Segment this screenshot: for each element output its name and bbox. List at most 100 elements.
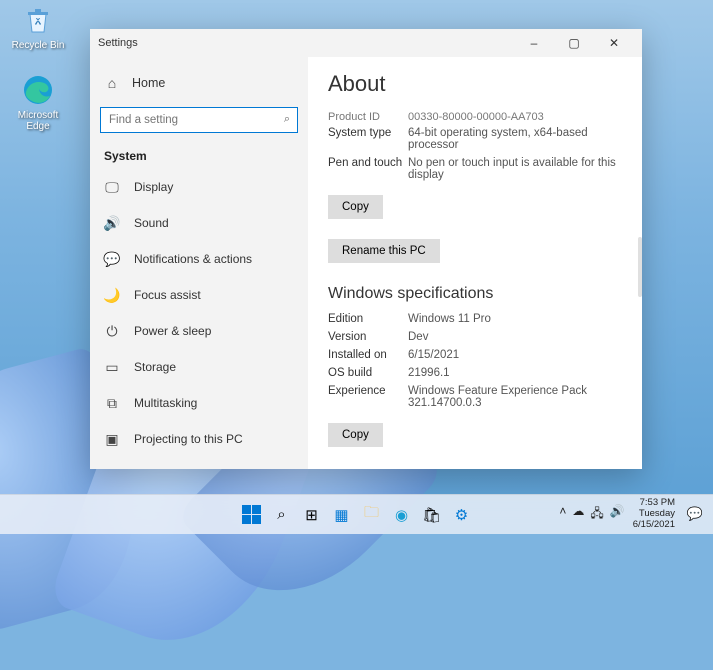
edge-icon: ◉ [395,506,408,524]
tray-volume-icon[interactable]: 🔊 [610,504,625,525]
windows-spec-row: Edition Windows 11 Pro [328,313,622,325]
taskbar-search-button[interactable]: ⌕ [270,503,294,527]
sidebar-home-label: Home [132,76,165,90]
spec-value: 21996.1 [408,367,622,379]
shared-icon: ⇄ [104,467,120,469]
search-icon: ⌕ [277,506,285,523]
close-icon: ✕ [609,36,619,50]
taskbar-clock[interactable]: 7:53 PM Tuesday 6/15/2021 [633,498,675,531]
sidebar-item-label: Multitasking [134,396,197,410]
spec-key: Edition [328,313,408,325]
search-input[interactable] [100,107,298,133]
spec-key: Version [328,331,408,343]
tray-chevron-up-icon[interactable]: ˄ [559,504,566,525]
copy-windows-specs-button[interactable]: Copy [328,423,383,447]
sound-icon: 🔊 [104,215,120,231]
clock-date: 6/15/2021 [633,520,675,531]
close-button[interactable]: ✕ [594,29,634,57]
scrollbar-thumb[interactable] [638,237,642,297]
windows-spec-row: OS build 21996.1 [328,367,622,379]
gear-icon: ⚙ [455,506,468,524]
taskbar-taskview-button[interactable]: ⊞ [300,503,324,527]
taskview-icon: ⊞ [305,506,318,524]
truncated-product-row: Product ID 00330-80000-00000-AA703 [328,111,622,123]
taskbar-edge-button[interactable]: ◉ [390,503,414,527]
taskbar: ⌕ ⊞ ▦ 🗀 ◉ 🛍 ⚙ ˄ ☁ 🖧 🔊 7:53 PM Tuesday 6/… [0,494,713,534]
settings-content: About Product ID 00330-80000-00000-AA703… [308,57,642,469]
tray-network-icon[interactable]: 🖧 [590,504,603,525]
multitasking-icon: ⧉ [104,395,120,411]
spec-value: 6/15/2021 [408,349,622,361]
sidebar-item-sound[interactable]: 🔊 Sound [90,205,308,241]
sidebar-item-notifications[interactable]: 💬 Notifications & actions [90,241,308,277]
desktop-icon-label: Recycle Bin [8,40,68,51]
store-icon: 🛍 [422,506,441,524]
minimize-button[interactable]: – [514,29,554,57]
sidebar-item-label: Focus assist [134,288,201,302]
spec-value: 64-bit operating system, x64-based proce… [408,127,622,151]
recycle-bin-icon [22,4,54,36]
sidebar-item-label: Power & sleep [134,324,211,338]
windows-specs-heading: Windows specifications [328,285,622,303]
sidebar-item-label: Notifications & actions [134,252,252,266]
desktop-icon-label: Microsoft Edge [8,110,68,132]
power-icon: ⏻ [104,323,120,339]
taskbar-explorer-button[interactable]: 🗀 [360,503,384,527]
taskbar-notifications-button[interactable]: 💬 [683,502,707,526]
sidebar-item-focus-assist[interactable]: 🌙 Focus assist [90,277,308,313]
storage-icon: ▭ [104,359,120,375]
device-spec-row: Pen and touch No pen or touch input is a… [328,157,622,181]
windows-spec-row: Experience Windows Feature Experience Pa… [328,385,622,409]
sidebar-section-system: System [90,139,308,169]
sidebar-home[interactable]: ⌂ Home [90,65,308,101]
titlebar[interactable]: Settings – ▢ ✕ [90,29,642,57]
desktop-icon-edge[interactable]: Microsoft Edge [8,74,68,132]
sidebar-item-label: Projecting to this PC [134,432,243,446]
sidebar-item-storage[interactable]: ▭ Storage [90,349,308,385]
home-icon: ⌂ [104,75,120,91]
page-title: About [328,71,622,97]
spec-value: Windows 11 Pro [408,313,622,325]
notifications-icon: 💬 [104,251,120,267]
spec-key: Installed on [328,349,408,361]
search-icon: ⌕ [284,113,290,126]
device-spec-row: System type 64-bit operating system, x64… [328,127,622,151]
settings-window: Settings – ▢ ✕ ⌂ Home ⌕ System 🖵 Display… [90,29,642,469]
focus-icon: 🌙 [104,287,120,303]
sidebar-item-label: Display [134,180,173,194]
spec-key: System type [328,127,408,151]
taskbar-widgets-button[interactable]: ▦ [330,503,354,527]
start-button[interactable] [240,503,264,527]
sidebar-item-shared[interactable]: ⇄ Shared experiences [90,457,308,469]
edge-icon [22,74,54,106]
sidebar-item-label: Sound [134,216,169,230]
display-icon: 🖵 [104,179,120,195]
folder-icon: 🗀 [364,502,379,527]
sidebar-item-display[interactable]: 🖵 Display [90,169,308,205]
taskbar-settings-button[interactable]: ⚙ [450,503,474,527]
spec-value: Dev [408,331,622,343]
tray-onedrive-icon[interactable]: ☁ [572,504,584,525]
taskbar-store-button[interactable]: 🛍 [420,503,444,527]
desktop-icon-recycle-bin[interactable]: Recycle Bin [8,4,68,51]
projecting-icon: ▣ [104,431,120,447]
minimize-icon: – [531,36,538,50]
sidebar-item-label: Storage [134,360,176,374]
windows-spec-row: Version Dev [328,331,622,343]
taskbar-tray: ˄ ☁ 🖧 🔊 7:53 PM Tuesday 6/15/2021 💬 [559,498,707,531]
rename-pc-button[interactable]: Rename this PC [328,239,440,263]
spec-key: Pen and touch [328,157,408,181]
sidebar-item-multitasking[interactable]: ⧉ Multitasking [90,385,308,421]
sidebar-item-power[interactable]: ⏻ Power & sleep [90,313,308,349]
copy-device-specs-button[interactable]: Copy [328,195,383,219]
window-title: Settings [98,37,514,49]
spec-value: Windows Feature Experience Pack 321.1470… [408,385,622,409]
maximize-icon: ▢ [568,36,579,50]
maximize-button[interactable]: ▢ [554,29,594,57]
spec-key: Experience [328,385,408,409]
windows-spec-row: Installed on 6/15/2021 [328,349,622,361]
sidebar-item-projecting[interactable]: ▣ Projecting to this PC [90,421,308,457]
spec-key: OS build [328,367,408,379]
taskbar-center: ⌕ ⊞ ▦ 🗀 ◉ 🛍 ⚙ [240,503,474,527]
widgets-icon: ▦ [334,506,348,524]
